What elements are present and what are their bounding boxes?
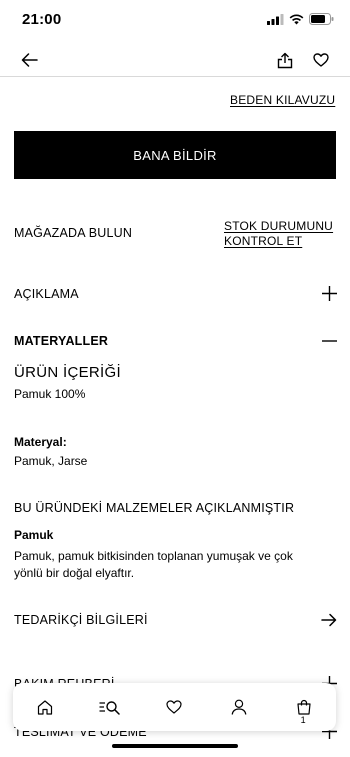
wifi-icon xyxy=(289,14,304,24)
materials-label: MATERYALLER xyxy=(14,334,109,348)
material-label: Materyal: xyxy=(14,435,67,449)
nav-cart[interactable]: 1 xyxy=(284,687,324,727)
arrow-right-icon xyxy=(321,613,337,627)
battery-icon xyxy=(309,13,334,25)
minus-icon xyxy=(322,340,337,342)
nav-search[interactable] xyxy=(90,687,130,727)
favorite-button[interactable] xyxy=(310,49,332,71)
search-menu-icon xyxy=(99,700,120,715)
materials-disclosure-title: BU ÜRÜNDEKİ MALZEMELER AÇIKLANMIŞTIR xyxy=(14,501,295,515)
bottom-navigation: 1 xyxy=(13,683,336,731)
cart-count-badge: 1 xyxy=(300,715,306,725)
product-content-value: Pamuk 100% xyxy=(14,387,86,401)
fiber-description-line1: Pamuk, pamuk bitkisinden toplanan yumuşa… xyxy=(14,549,293,563)
back-button[interactable] xyxy=(16,49,42,71)
supplier-info-row[interactable]: TEDARİKÇİ BİLGİLERİ xyxy=(0,602,350,638)
nav-home[interactable] xyxy=(25,687,65,727)
home-icon xyxy=(38,699,53,715)
description-accordion[interactable]: AÇIKLAMA xyxy=(0,276,350,312)
status-time: 21:00 xyxy=(22,11,62,28)
product-content-title: ÜRÜN İÇERİĞİ xyxy=(14,364,121,381)
arrow-left-icon xyxy=(21,53,38,67)
check-stock-link-line2: KONTROL ET xyxy=(224,234,303,248)
user-icon xyxy=(231,699,247,715)
notify-me-button[interactable]: BANA BİLDİR xyxy=(14,131,336,179)
plus-icon xyxy=(322,286,337,301)
description-label: AÇIKLAMA xyxy=(14,287,79,301)
fiber-description-line2: yönlü bir doğal elyaftır. xyxy=(14,566,135,580)
materials-accordion[interactable]: MATERYALLER xyxy=(0,323,350,359)
heart-icon xyxy=(313,53,329,67)
heart-icon xyxy=(166,700,183,714)
nav-favorites[interactable] xyxy=(154,687,194,727)
share-button[interactable] xyxy=(274,49,296,71)
share-icon xyxy=(277,52,293,68)
home-indicator xyxy=(112,744,238,748)
status-icons xyxy=(267,13,334,25)
supplier-info-label: TEDARİKÇİ BİLGİLERİ xyxy=(14,613,148,627)
fiber-name: Pamuk xyxy=(14,528,54,542)
shopping-bag-icon xyxy=(297,699,311,715)
topbar-divider xyxy=(0,76,350,77)
signal-icon xyxy=(267,13,284,25)
material-value: Pamuk, Jarse xyxy=(14,454,88,468)
nav-account[interactable] xyxy=(219,687,259,727)
size-guide-link[interactable]: BEDEN KILAVUZU xyxy=(230,93,335,107)
check-stock-link-line1: STOK DURUMUNU xyxy=(224,219,334,233)
find-in-store-label: MAĞAZADA BULUN xyxy=(14,226,133,240)
check-stock-link[interactable]: STOK DURUMUNU KONTROL ET xyxy=(224,219,333,249)
